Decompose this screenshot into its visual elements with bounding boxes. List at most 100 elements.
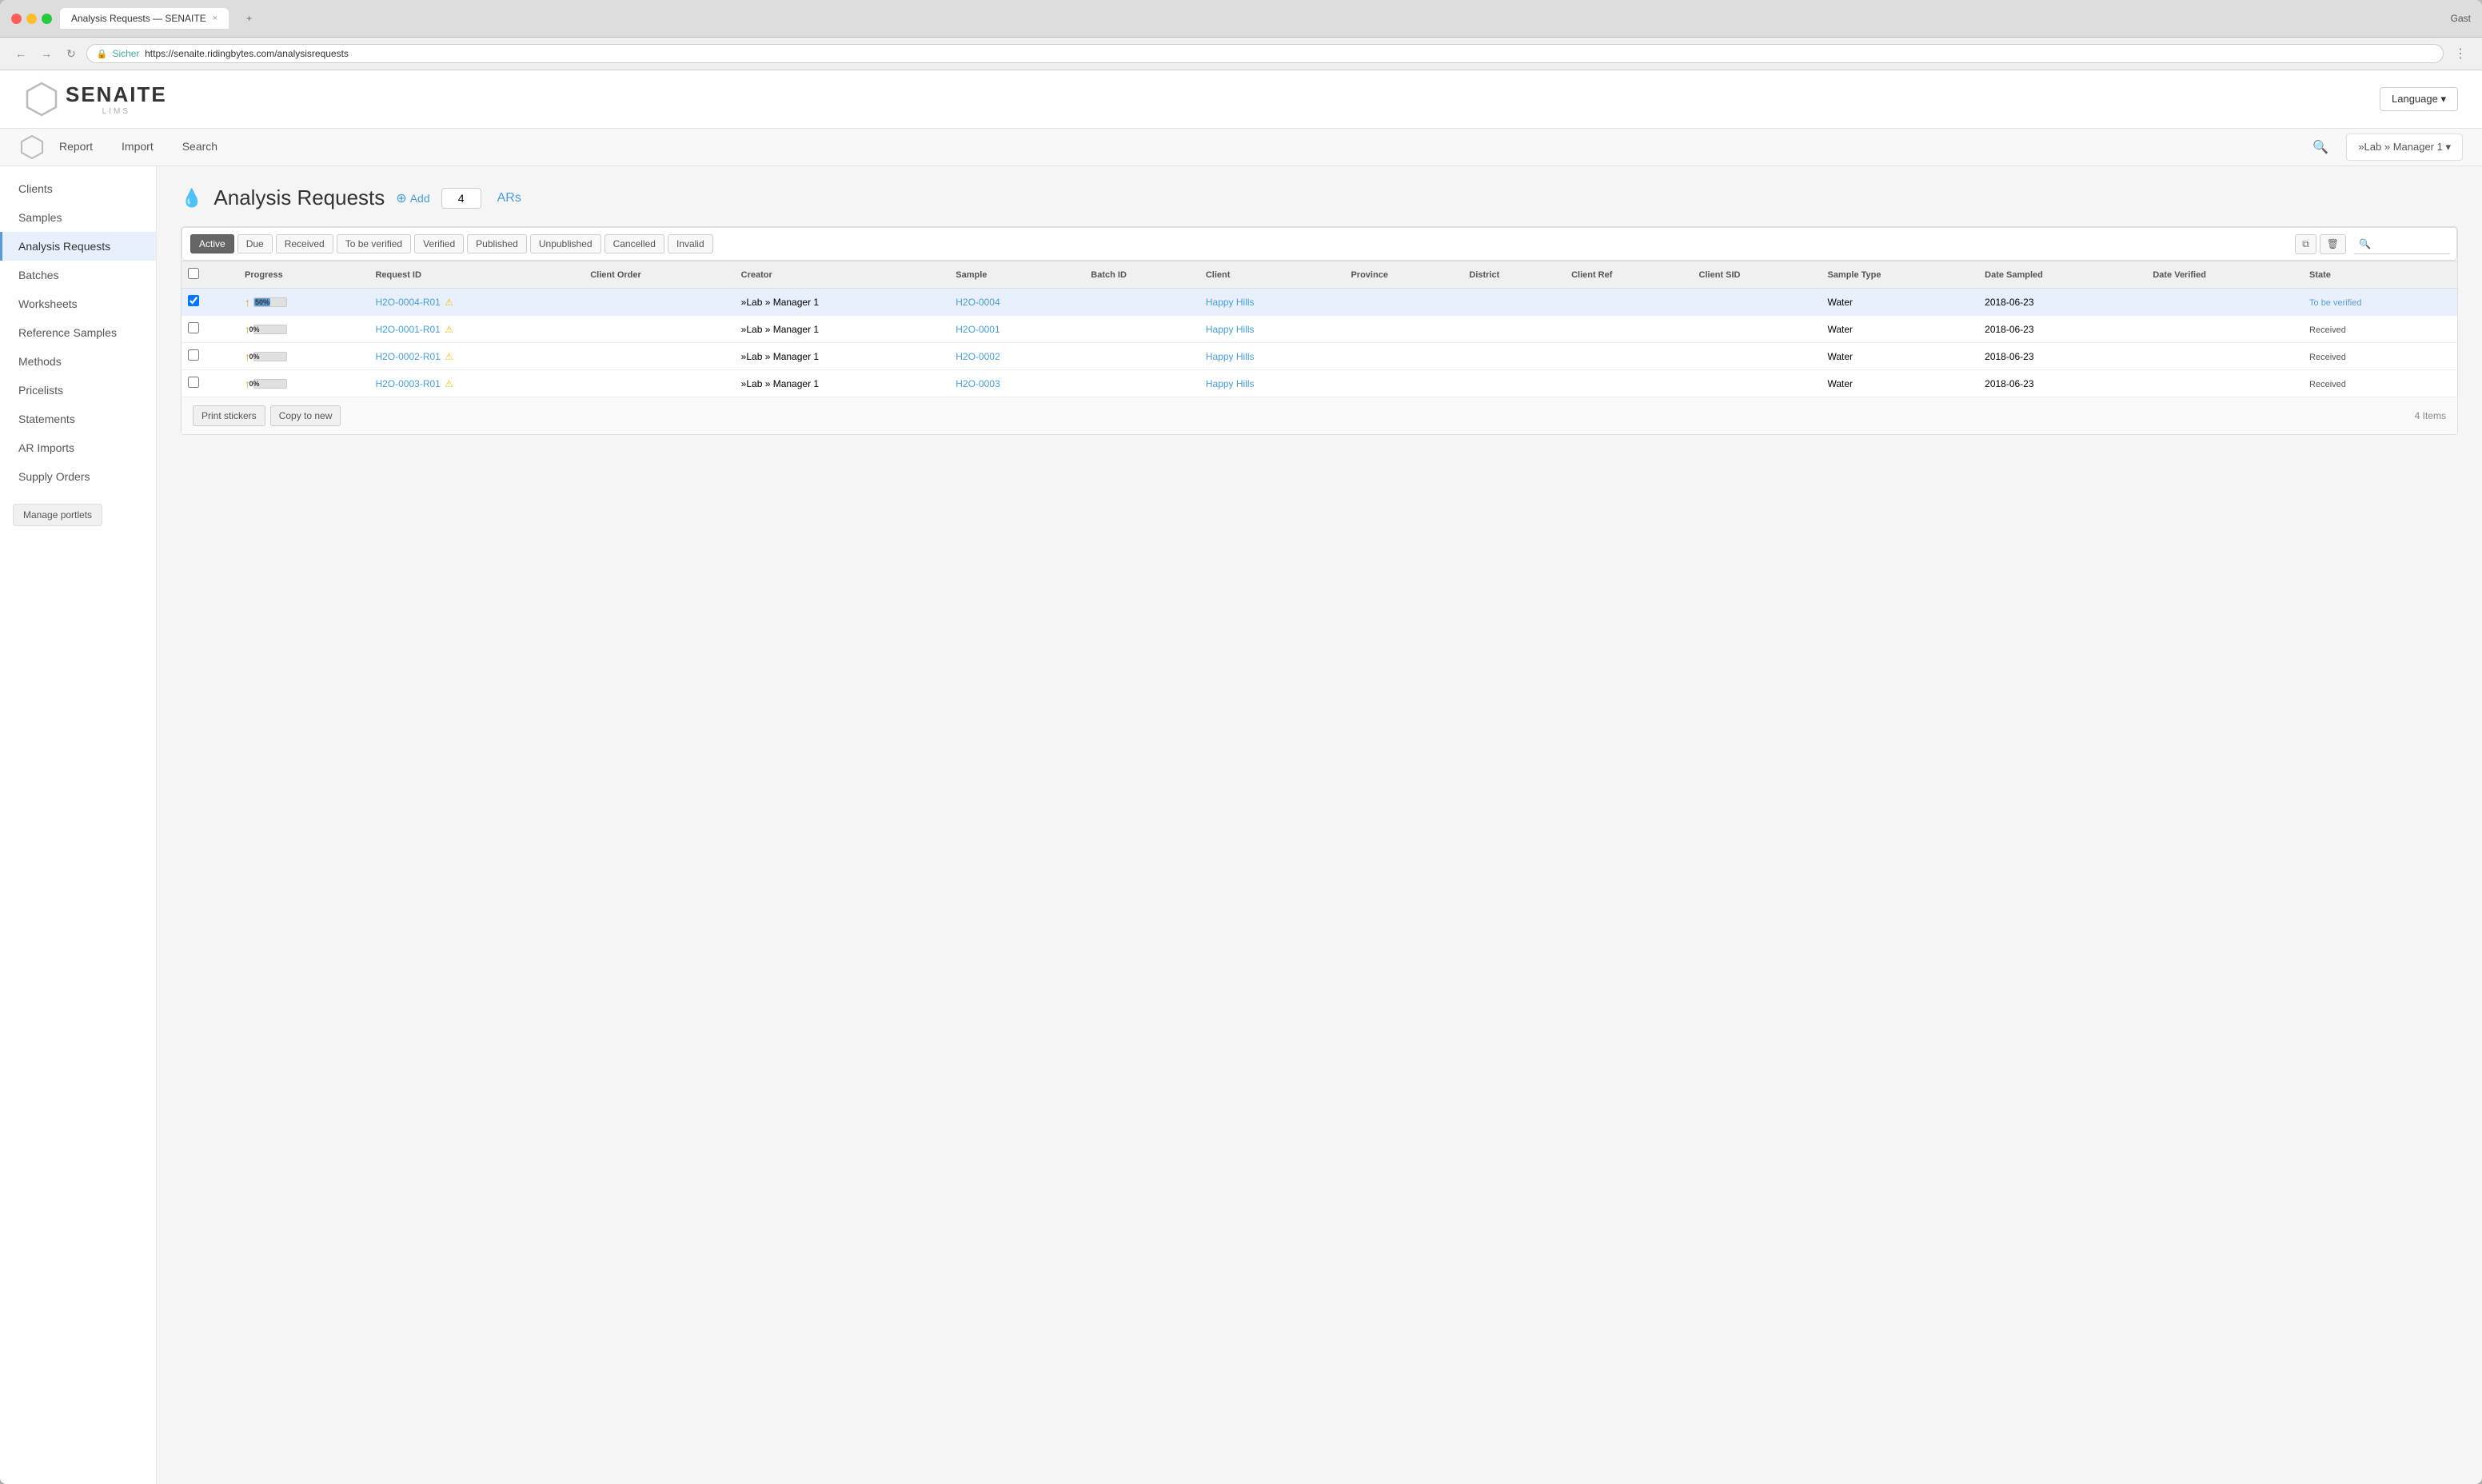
row-checkbox[interactable] — [188, 377, 199, 388]
copy-icon-btn[interactable]: ⧉ — [2295, 234, 2316, 254]
sidebar-item-statements[interactable]: Statements — [0, 405, 156, 433]
sample-link[interactable]: H2O-0001 — [956, 324, 1000, 335]
print-stickers-button[interactable]: Print stickers — [193, 405, 265, 426]
sidebar-item-samples[interactable]: Samples — [0, 203, 156, 232]
nav-item-search[interactable]: Search — [168, 129, 232, 166]
address-bar[interactable]: 🔒 Sicher https://senaite.ridingbytes.com… — [86, 44, 2444, 63]
row-province-cell — [1344, 316, 1462, 343]
client-link[interactable]: Happy Hills — [1206, 378, 1255, 389]
tab-close-btn[interactable]: × — [213, 14, 217, 23]
reload-btn[interactable]: ↻ — [62, 46, 80, 62]
row-request-id-cell: H2O-0004-R01 ⚠ — [369, 289, 584, 316]
nav-item-report[interactable]: Report — [45, 129, 107, 166]
row-date-sampled-cell: 2018-06-23 — [1978, 343, 2146, 370]
row-sample-type-cell: Water — [1821, 343, 1978, 370]
filter-tab-unpublished[interactable]: Unpublished — [530, 234, 601, 253]
add-count-input[interactable] — [441, 188, 481, 209]
col-header-creator: Creator — [735, 261, 950, 289]
request-id-link[interactable]: H2O-0001-R01 — [375, 324, 440, 335]
row-province-cell — [1344, 289, 1462, 316]
new-tab-btn[interactable]: + — [237, 8, 261, 29]
sidebar-item-analysis-requests[interactable]: Analysis Requests — [0, 232, 156, 261]
active-tab[interactable]: Analysis Requests — SENAITE × — [60, 8, 229, 29]
request-id-link[interactable]: H2O-0002-R01 — [375, 351, 440, 362]
row-checkbox[interactable] — [188, 322, 199, 333]
sidebar-item-worksheets[interactable]: Worksheets — [0, 289, 156, 318]
row-checkbox[interactable] — [188, 295, 199, 306]
col-header-batch-id: Batch ID — [1084, 261, 1199, 289]
copy-to-new-button[interactable]: Copy to new — [270, 405, 341, 426]
filter-tab-published[interactable]: Published — [467, 234, 527, 253]
filter-tab-to-be-verified[interactable]: To be verified — [337, 234, 411, 253]
forward-btn[interactable]: → — [37, 46, 56, 62]
col-header-date-verified: Date Verified — [2146, 261, 2303, 289]
add-link[interactable]: ⊕ Add — [396, 190, 429, 206]
table-search-input[interactable] — [2354, 234, 2450, 254]
logo-sub: LIMS — [66, 107, 167, 116]
sidebar-item-ar-imports[interactable]: AR Imports — [0, 433, 156, 462]
logo-text-area: SENAITE LIMS — [66, 82, 167, 116]
row-district-cell — [1462, 370, 1565, 397]
sidebar-item-methods[interactable]: Methods — [0, 347, 156, 376]
col-header-checkbox — [182, 261, 238, 289]
row-checkbox[interactable] — [188, 349, 199, 361]
sample-link[interactable]: H2O-0004 — [956, 297, 1000, 308]
progress-bar: 0% — [253, 325, 287, 334]
progress-bar: 0% — [253, 379, 287, 389]
row-date-verified-cell — [2146, 316, 2303, 343]
select-all-checkbox[interactable] — [188, 268, 199, 279]
language-button[interactable]: Language ▾ — [2380, 87, 2458, 111]
client-link[interactable]: Happy Hills — [1206, 297, 1255, 308]
row-progress-cell: ↑ 0% — [238, 343, 369, 370]
row-state-cell: Received — [2303, 316, 2457, 343]
request-id-link[interactable]: H2O-0004-R01 — [375, 297, 440, 308]
col-header-date-sampled: Date Sampled — [1978, 261, 2146, 289]
back-btn[interactable]: ← — [11, 46, 30, 62]
nav-user-menu[interactable]: »Lab » Manager 1 ▾ — [2346, 134, 2463, 161]
minimize-traffic-light[interactable] — [26, 14, 37, 24]
client-link[interactable]: Happy Hills — [1206, 351, 1255, 362]
row-district-cell — [1462, 316, 1565, 343]
sidebar-item-batches[interactable]: Batches — [0, 261, 156, 289]
more-menu-btn[interactable]: ⋮ — [2450, 44, 2471, 63]
row-sample-cell: H2O-0002 — [949, 343, 1084, 370]
search-button[interactable]: 🔍 — [2301, 131, 2340, 163]
filter-tab-active[interactable]: Active — [190, 234, 234, 253]
data-table-wrapper: Progress Request ID Client Order Creator… — [181, 261, 2458, 435]
nav-bar: Report Import Search 🔍 »Lab » Manager 1 … — [0, 129, 2482, 166]
request-id-link[interactable]: H2O-0003-R01 — [375, 378, 440, 389]
row-progress-cell: ↑ 50% — [238, 289, 369, 316]
sample-link[interactable]: H2O-0002 — [956, 351, 1000, 362]
logo-hex-icon — [24, 82, 59, 117]
filter-tab-cancelled[interactable]: Cancelled — [605, 234, 664, 253]
sample-link[interactable]: H2O-0003 — [956, 378, 1000, 389]
sidebar-item-supply-orders[interactable]: Supply Orders — [0, 462, 156, 491]
filter-tab-due[interactable]: Due — [237, 234, 273, 253]
row-progress-cell: ↑ 0% — [238, 370, 369, 397]
browser-addressbar: ← → ↻ 🔒 Sicher https://senaite.ridingbyt… — [0, 38, 2482, 70]
maximize-traffic-light[interactable] — [42, 14, 52, 24]
filter-tab-received[interactable]: Received — [276, 234, 333, 253]
col-header-sample: Sample — [949, 261, 1084, 289]
traffic-lights — [11, 14, 52, 24]
row-sample-cell: H2O-0001 — [949, 316, 1084, 343]
sidebar-item-reference-samples[interactable]: Reference Samples — [0, 318, 156, 347]
sidebar-item-clients[interactable]: Clients — [0, 174, 156, 203]
row-client-cell: Happy Hills — [1199, 343, 1345, 370]
row-client-cell: Happy Hills — [1199, 316, 1345, 343]
row-client-order-cell — [584, 316, 734, 343]
nav-item-import[interactable]: Import — [107, 129, 168, 166]
filter-tab-verified[interactable]: Verified — [414, 234, 464, 253]
top-user-label: Gast — [2451, 13, 2471, 24]
table-row: ↑ 0% H2O-0001-R01 ⚠ »Lab » Manager 1 H2O… — [182, 316, 2457, 343]
delete-icon-btn[interactable]: 🗑 — [2320, 234, 2346, 254]
app-header: SENAITE LIMS Language ▾ — [0, 70, 2482, 129]
filter-tab-invalid[interactable]: Invalid — [668, 234, 713, 253]
manage-portlets-button[interactable]: Manage portlets — [13, 504, 102, 526]
close-traffic-light[interactable] — [11, 14, 22, 24]
logo-area: SENAITE LIMS — [24, 82, 167, 117]
main-content: 💧 Analysis Requests ⊕ Add ARs Active Due… — [157, 166, 2482, 1484]
client-link[interactable]: Happy Hills — [1206, 324, 1255, 335]
sidebar-item-pricelists[interactable]: Pricelists — [0, 376, 156, 405]
ars-link[interactable]: ARs — [497, 191, 521, 205]
